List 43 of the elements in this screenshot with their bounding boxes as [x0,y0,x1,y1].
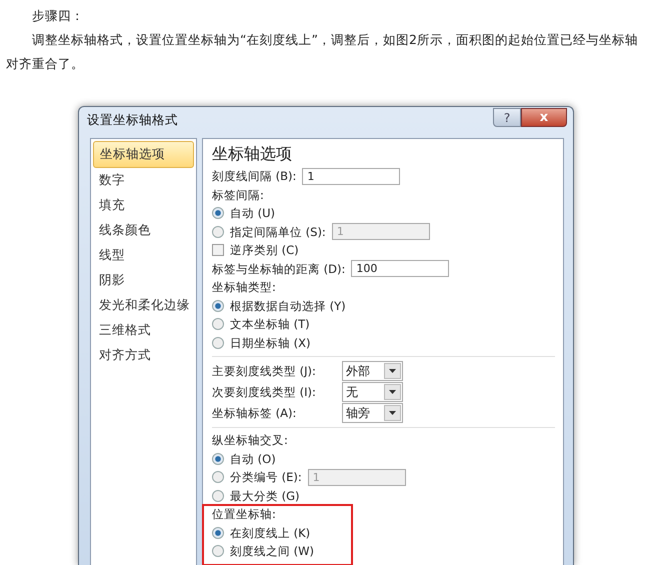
radio-button[interactable] [212,336,224,349]
radio-label: 根据数据自动选择 (Y) [230,298,346,313]
radio-label: 最大分类 (G) [230,488,300,503]
select-label: 次要刻度线类型 (I): [212,384,316,398]
help-button[interactable]: ? [493,108,521,127]
select-label: 坐标轴标签 (A): [212,406,296,420]
group-label: 纵坐标轴交叉: [212,433,288,448]
dropdown[interactable]: 轴旁 [342,402,403,422]
window-title: 设置坐标轴格式 [87,112,179,129]
category-item[interactable]: 坐标轴选项 [93,141,194,168]
dropdown[interactable]: 无 [342,382,403,402]
input-field[interactable]: 100 [351,260,450,278]
radio-label: 文本坐标轴 (T) [230,317,310,332]
radio-label: 自动 (O) [230,452,276,466]
radio-label: 分类编号 (E): [230,470,302,484]
dropdown[interactable]: 外部 [342,360,403,380]
checkbox[interactable] [212,244,224,256]
field-label: 标签与坐标轴的距离 (D): [212,262,346,276]
caret-icon [389,390,396,394]
field-label: 刻度线间隔 (B): [212,169,296,184]
radio-button[interactable] [212,526,224,539]
radio-button[interactable] [212,452,224,465]
radio-label: 在刻度线上 (K) [230,526,310,540]
radio-button[interactable] [212,300,224,312]
radio-label: 日期坐标轴 (X) [230,336,311,350]
group-label: 坐标轴类型: [212,280,276,294]
panel-heading: 坐标轴选项 [212,143,293,165]
radio-label: 自动 (U) [230,206,276,220]
radio-button[interactable] [212,318,224,330]
radio-button[interactable] [212,207,224,220]
radio-button[interactable] [212,545,224,558]
group-label: 位置坐标轴: [212,507,276,522]
caret-icon [389,368,396,372]
radio-button[interactable] [212,490,224,502]
step-heading: 步骤四： [31,7,85,25]
input-field[interactable]: 1 [302,168,400,185]
select-label: 主要刻度线类型 (J): [212,364,316,378]
radio-label: 指定间隔单位 (S): [230,224,326,239]
paragraph: 调整坐标轴格式，设置位置坐标轴为“在刻度线上”，调整后，如图2所示，面积图的起始位置已经与坐标轴对齐重合了。 [6,31,639,73]
radio-label: 刻度线之间 (W) [230,544,314,558]
group-label: 标签间隔: [212,188,264,202]
caret-icon [389,410,396,414]
checkbox-label: 逆序类别 (C) [230,243,299,258]
